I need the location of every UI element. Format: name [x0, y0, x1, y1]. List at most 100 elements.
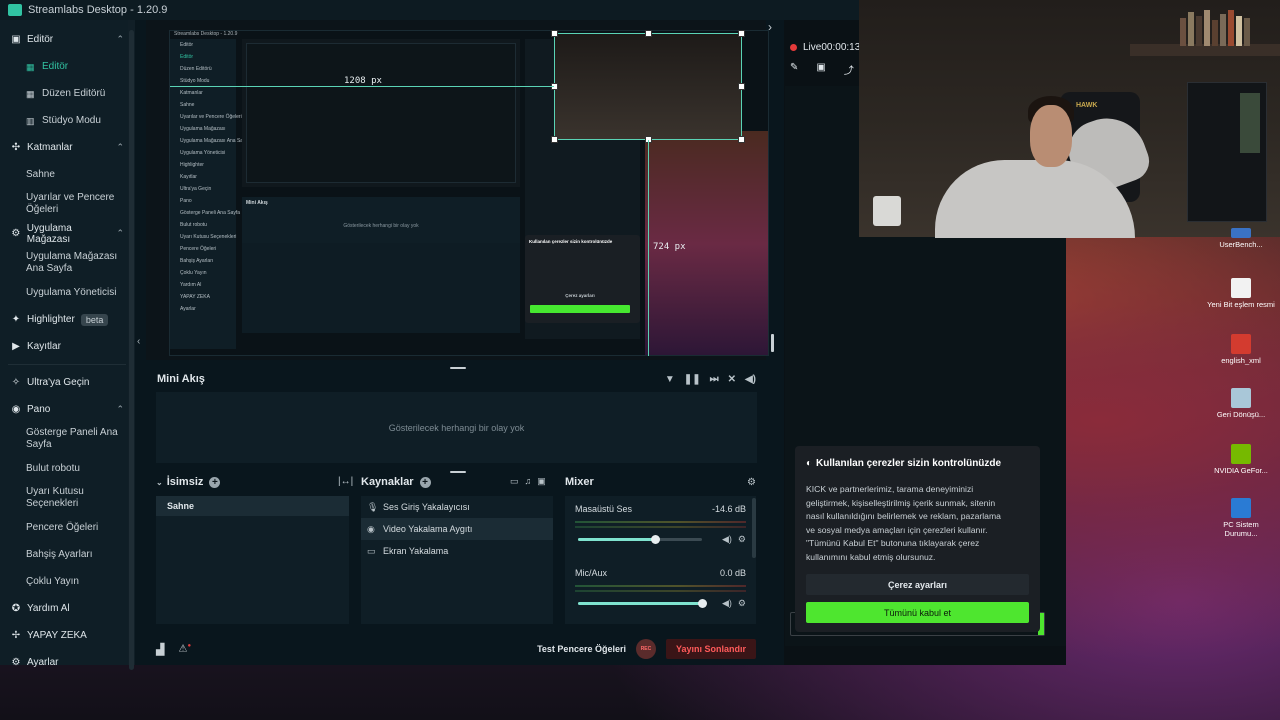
- sidebar-scrollbar[interactable]: [128, 20, 135, 670]
- add-source-button[interactable]: +: [419, 476, 431, 488]
- source-item-video-capture[interactable]: ◉ Video Yakalama Aygıtı: [361, 518, 553, 540]
- mixer-scrollbar[interactable]: [752, 498, 756, 558]
- sources-header: Kaynaklar +: [361, 476, 431, 488]
- resize-handle[interactable]: [645, 30, 652, 37]
- stats-icon[interactable]: ▟: [156, 643, 164, 656]
- cookie-body-line: ve sosyal medya amaçları için çerezleri …: [806, 524, 988, 535]
- desktop-icon-label: NVIDIA GeFor...: [1214, 466, 1268, 475]
- sidebar-item-highlighter[interactable]: ✦ Highlighter beta: [0, 306, 134, 333]
- desktop-icon-recycle-bin[interactable]: Geri Dönüşü...: [1206, 388, 1276, 419]
- sidebar-item-help[interactable]: ✪ Yardım Al: [0, 595, 134, 622]
- gear-icon[interactable]: ⚙: [738, 598, 746, 609]
- nested-sidebar-row: Katmanlar: [180, 90, 203, 96]
- sidebar-group-app-store[interactable]: ⚙ Uygulama Mağazası ⌃: [0, 220, 134, 247]
- sidebar-item-tip-settings[interactable]: Bahşiş Ayarları: [0, 541, 134, 568]
- chevron-left-icon[interactable]: ‹: [137, 336, 140, 347]
- speaker-icon[interactable]: ◀): [722, 598, 732, 609]
- scrollbar-thumb[interactable]: [129, 30, 134, 670]
- desktop-icon-nvidia[interactable]: NVIDIA GeFor...: [1206, 444, 1276, 475]
- sidebar-item-ai[interactable]: ✢ YAPAY ZEKA: [0, 622, 134, 649]
- chevron-right-icon[interactable]: ›: [768, 20, 772, 34]
- mixer-gear-icon[interactable]: ⚙: [747, 477, 756, 488]
- resize-handle[interactable]: [551, 136, 558, 143]
- sidebar-item-recordings[interactable]: ▶ Kayıtlar: [0, 333, 134, 360]
- collapse-panel-icon[interactable]: |↔|: [338, 476, 353, 487]
- desktop-icon-userbench[interactable]: UserBench...: [1206, 228, 1276, 249]
- sidebar-item-app-manager[interactable]: Uygulama Yöneticisi: [0, 279, 134, 306]
- channel-name: Mic/Aux: [575, 568, 608, 578]
- desktop-icon-label: Yeni Bit eşlem resmi: [1207, 300, 1275, 309]
- nested-sidebar-row: Sahne: [180, 102, 195, 108]
- cookie-settings-button[interactable]: Çerez ayarları: [806, 574, 1029, 595]
- panel-drag-handle[interactable]: [450, 471, 466, 473]
- help-icon: ✪: [11, 603, 21, 614]
- edit-icon[interactable]: ✎: [790, 62, 798, 77]
- nested-title: Streamlabs Desktop - 1.20.9: [174, 31, 238, 37]
- scene-item[interactable]: Sahne: [156, 496, 349, 516]
- layout-icon: ▣: [11, 34, 21, 45]
- add-folder-icon[interactable]: ▣: [537, 476, 546, 487]
- volume-slider[interactable]: [578, 599, 707, 608]
- speaker-icon[interactable]: ◀): [722, 534, 732, 545]
- sidebar-group-layers[interactable]: ✣ Katmanlar ⌃: [0, 134, 134, 161]
- record-button[interactable]: REC: [635, 639, 656, 659]
- sidebar-item-layout-editor[interactable]: ▦ Düzen Editörü: [0, 80, 134, 107]
- nested-mini-title: Mini Akış: [246, 200, 268, 206]
- add-scene-button[interactable]: +: [209, 476, 221, 488]
- sidebar-item-editor[interactable]: ▦ Editör: [0, 53, 134, 80]
- sidebar-item-alerts-widgets[interactable]: Uyarılar ve Pencere Öğeleri: [0, 188, 134, 220]
- resize-handle[interactable]: [551, 30, 558, 37]
- test-widgets-button[interactable]: Test Pencere Öğeleri: [537, 644, 626, 654]
- sidebar-item-studio-mode[interactable]: ▥ Stüdyo Modu: [0, 107, 134, 134]
- source-item-audio-input[interactable]: 🎙︎ Ses Giriş Yakalayıcısı: [361, 496, 553, 518]
- sidebar-item-settings[interactable]: ⚙ Ayarlar: [0, 649, 134, 676]
- volume-slider-knob[interactable]: [650, 535, 660, 544]
- sidebar-group-editor[interactable]: ▣ Editör ⌃: [0, 26, 134, 53]
- filter-icon[interactable]: ▼: [665, 374, 675, 385]
- desktop-icon-pc-health[interactable]: PC Sistem Durumu...: [1206, 498, 1276, 538]
- audio-settings-icon[interactable]: ♫: [525, 476, 532, 487]
- mute-alerts-icon[interactable]: ✕: [728, 374, 736, 385]
- scene-collection-title[interactable]: İsimsiz: [167, 476, 204, 488]
- resize-handle[interactable]: [738, 30, 745, 37]
- accept-all-cookies-button[interactable]: Tümünü kabul et: [806, 602, 1029, 623]
- sidebar-item-alertbox[interactable]: Uyarı Kutusu Seçenekleri: [0, 482, 134, 514]
- pause-icon[interactable]: ❚❚: [684, 374, 701, 385]
- desktop-icon-bitmap[interactable]: Yeni Bit eşlem resmi: [1206, 278, 1276, 309]
- end-stream-button[interactable]: Yayını Sonlandır: [665, 639, 756, 659]
- chevron-up-icon: ⌃: [116, 404, 124, 414]
- share-icon[interactable]: ⤴: [844, 62, 854, 77]
- volume-icon[interactable]: ◀): [745, 374, 756, 385]
- sidebar-group-dashboard[interactable]: ◉ Pano ⌃: [0, 396, 134, 423]
- volume-slider-fill: [578, 538, 655, 541]
- sidebar-item-cloudbot[interactable]: Bulut robotu: [0, 455, 134, 482]
- sidebar-item-ultra[interactable]: ✧ Ultra'ya Geçin: [0, 369, 134, 396]
- beta-badge: beta: [80, 313, 109, 326]
- clip-icon[interactable]: ▣: [816, 62, 825, 77]
- folder-icon[interactable]: ▭: [510, 476, 519, 487]
- source-item-screen-capture[interactable]: ▭ Ekran Yakalama: [361, 540, 553, 562]
- sidebar-item-app-store-home[interactable]: Uygulama Mağazası Ana Sayfa: [0, 247, 134, 279]
- chevron-down-icon[interactable]: ⌄: [156, 478, 163, 487]
- nested-preview: [242, 39, 520, 187]
- desktop-icon-english-xml[interactable]: english_xml: [1206, 334, 1276, 365]
- sidebar-item-widgets[interactable]: Pencere Öğeleri: [0, 514, 134, 541]
- volume-slider-knob[interactable]: [698, 599, 707, 608]
- skip-icon[interactable]: ⏭: [710, 374, 719, 385]
- sidebar-item-multistream[interactable]: Çoklu Yayın: [0, 568, 134, 595]
- preview-resize-handle[interactable]: [771, 334, 774, 352]
- alert-icon[interactable]: ⚠●: [178, 643, 191, 654]
- nested-cookie-title: Kullanılan çerezler sizin kontrolünüzde: [529, 239, 613, 244]
- volume-slider[interactable]: [578, 535, 702, 544]
- resize-handle[interactable]: [738, 83, 745, 90]
- nested-sidebar-row: Düzen Editörü: [180, 66, 212, 72]
- resize-handle[interactable]: [738, 136, 745, 143]
- gear-icon[interactable]: ⚙: [738, 534, 746, 545]
- nested-sidebar-row: Uyarı Kutusu Seçenekleri: [180, 234, 237, 240]
- source-selection-box[interactable]: [554, 33, 742, 140]
- sidebar-item-scene[interactable]: Sahne: [0, 161, 134, 188]
- mini-feed-empty: Gösterilecek herhangi bir olay yok: [388, 422, 525, 433]
- nested-sidebar-row: Yardım Al: [180, 282, 202, 288]
- sidebar-item-dashboard-home[interactable]: Gösterge Paneli Ana Sayfa: [0, 423, 134, 455]
- desktop-icon-label: UserBench...: [1219, 240, 1263, 249]
